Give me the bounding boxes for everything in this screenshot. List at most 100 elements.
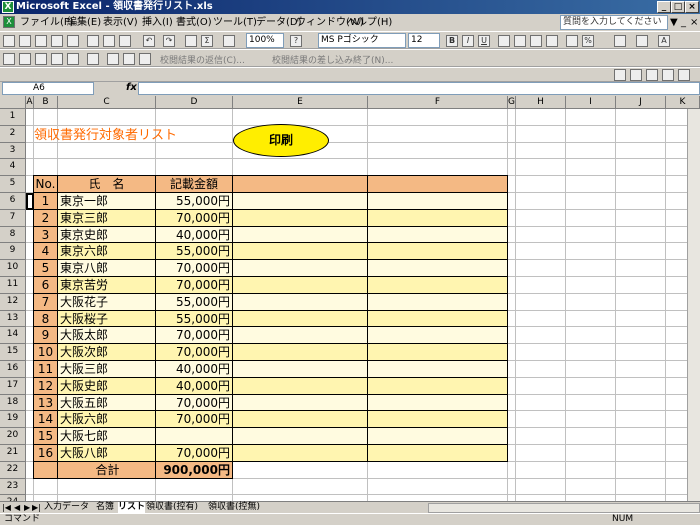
- open-icon[interactable]: [19, 35, 31, 47]
- new-icon[interactable]: [3, 35, 15, 47]
- record-name[interactable]: 大阪七郎: [57, 427, 156, 445]
- record-no[interactable]: 14: [33, 410, 58, 429]
- column-header-d[interactable]: D: [156, 96, 233, 109]
- record-amount[interactable]: 70,000円: [155, 208, 233, 227]
- menu-help[interactable]: ヘルプ(H): [347, 16, 392, 29]
- record-no[interactable]: 13: [33, 393, 58, 412]
- help-icon[interactable]: ?: [290, 35, 302, 47]
- record-amount[interactable]: 70,000円: [155, 410, 233, 429]
- record-amount[interactable]: 70,000円: [155, 326, 233, 345]
- column-header-c[interactable]: C: [58, 96, 156, 109]
- row-header[interactable]: 9: [0, 243, 26, 261]
- active-cell[interactable]: [26, 193, 34, 210]
- column-header-b[interactable]: B: [34, 96, 58, 109]
- record-no[interactable]: 16: [33, 444, 58, 462]
- row-header[interactable]: 1: [0, 109, 26, 126]
- record-blank-f[interactable]: [367, 427, 508, 445]
- record-no[interactable]: 4: [33, 242, 58, 261]
- undo-icon[interactable]: ↶: [143, 35, 155, 47]
- print-button[interactable]: 印刷: [233, 124, 329, 157]
- extra-icon-3[interactable]: [646, 69, 658, 81]
- record-no[interactable]: 8: [33, 309, 58, 328]
- record-amount[interactable]: 40,000円: [155, 225, 233, 244]
- menu-edit[interactable]: 編集(E): [67, 16, 101, 29]
- column-header-g[interactable]: G: [508, 96, 516, 109]
- review-icon-6[interactable]: [87, 53, 99, 65]
- record-blank-e[interactable]: [232, 360, 368, 378]
- row-header[interactable]: 23: [0, 478, 26, 496]
- record-no[interactable]: 1: [33, 192, 58, 210]
- record-blank-e[interactable]: [232, 343, 368, 361]
- review-icon-7[interactable]: [107, 53, 119, 65]
- tab-receipt-with-stub[interactable]: 領収書(控有): [146, 502, 198, 513]
- record-blank-e[interactable]: [232, 208, 368, 227]
- record-name[interactable]: 東京一郎: [57, 192, 156, 210]
- name-box[interactable]: A6: [2, 82, 94, 95]
- menu-file[interactable]: ファイル(F): [20, 16, 74, 29]
- align-left-icon[interactable]: [498, 35, 510, 47]
- chart-icon[interactable]: [223, 35, 235, 47]
- extra-icon-2[interactable]: [630, 69, 642, 81]
- review-reply-button[interactable]: 校閲結果の返信(C)...: [160, 53, 245, 66]
- row-header[interactable]: 7: [0, 209, 26, 227]
- row-header[interactable]: 11: [0, 277, 26, 294]
- record-name[interactable]: 大阪五郎: [57, 393, 156, 412]
- record-amount[interactable]: 55,000円: [155, 292, 233, 311]
- select-all-corner[interactable]: [0, 96, 26, 109]
- menu-tools[interactable]: ツール(T): [213, 16, 257, 29]
- row-header[interactable]: 18: [0, 394, 26, 412]
- vertical-scrollbar[interactable]: [687, 109, 700, 501]
- record-name[interactable]: 東京八郎: [57, 259, 156, 277]
- first-sheet-icon[interactable]: |◀: [2, 503, 11, 513]
- review-icon-3[interactable]: [35, 53, 47, 65]
- record-no[interactable]: 12: [33, 376, 58, 395]
- review-icon-4[interactable]: [51, 53, 63, 65]
- tab-receipt-no-stub[interactable]: 領収書(控無): [208, 502, 260, 513]
- record-name[interactable]: 大阪八郎: [57, 444, 156, 462]
- worksheet-grid[interactable]: ABCDEFGHIJK 1 2 3 4 5 6 7 8 9 10 11 12 13 14 15 16 17 18 1…: [0, 96, 700, 501]
- record-amount[interactable]: 55,000円: [155, 192, 233, 210]
- row-header[interactable]: 4: [0, 159, 26, 177]
- record-no[interactable]: 10: [33, 343, 58, 361]
- column-header-j[interactable]: J: [616, 96, 666, 109]
- record-name[interactable]: 大阪六郎: [57, 410, 156, 429]
- record-blank-e[interactable]: [232, 225, 368, 244]
- record-blank-f[interactable]: [367, 309, 508, 328]
- row-header[interactable]: 14: [0, 327, 26, 345]
- record-blank-f[interactable]: [367, 292, 508, 311]
- dropdown-icon[interactable]: ▼: [670, 17, 678, 28]
- record-name[interactable]: 大阪次郎: [57, 343, 156, 361]
- record-name[interactable]: 大阪三郎: [57, 360, 156, 378]
- row-header[interactable]: 20: [0, 428, 26, 445]
- row-header[interactable]: 13: [0, 310, 26, 328]
- menu-insert[interactable]: 挿入(I): [142, 16, 173, 29]
- row-header[interactable]: 17: [0, 377, 26, 395]
- record-blank-e[interactable]: [232, 309, 368, 328]
- font-size-select[interactable]: 12: [408, 33, 440, 48]
- review-end-button[interactable]: 校閲結果の差し込み終了(N)...: [272, 53, 393, 66]
- record-blank-e[interactable]: [232, 376, 368, 395]
- record-blank-e[interactable]: [232, 276, 368, 294]
- tab-input-data[interactable]: 入力データ: [44, 502, 89, 513]
- underline-icon[interactable]: U: [478, 35, 490, 47]
- minimize-doc-button[interactable]: _: [681, 17, 686, 28]
- record-amount[interactable]: 40,000円: [155, 376, 233, 395]
- record-amount[interactable]: 70,000円: [155, 276, 233, 294]
- review-icon-8[interactable]: [123, 53, 135, 65]
- row-header[interactable]: 21: [0, 445, 26, 462]
- record-blank-f[interactable]: [367, 376, 508, 395]
- horizontal-scrollbar[interactable]: [428, 503, 700, 513]
- record-amount[interactable]: 70,000円: [155, 393, 233, 412]
- fx-icon[interactable]: fx: [126, 82, 137, 93]
- review-icon-5[interactable]: [67, 53, 79, 65]
- close-doc-button[interactable]: ×: [690, 17, 698, 28]
- font-color-icon[interactable]: A: [658, 35, 670, 47]
- record-no[interactable]: 9: [33, 326, 58, 345]
- align-right-icon[interactable]: [530, 35, 542, 47]
- save-icon[interactable]: [35, 35, 47, 47]
- extra-icon-4[interactable]: [662, 69, 674, 81]
- review-icon-1[interactable]: [3, 53, 15, 65]
- menu-data[interactable]: データ(D): [256, 16, 302, 29]
- record-blank-f[interactable]: [367, 208, 508, 227]
- record-no[interactable]: 3: [33, 225, 58, 244]
